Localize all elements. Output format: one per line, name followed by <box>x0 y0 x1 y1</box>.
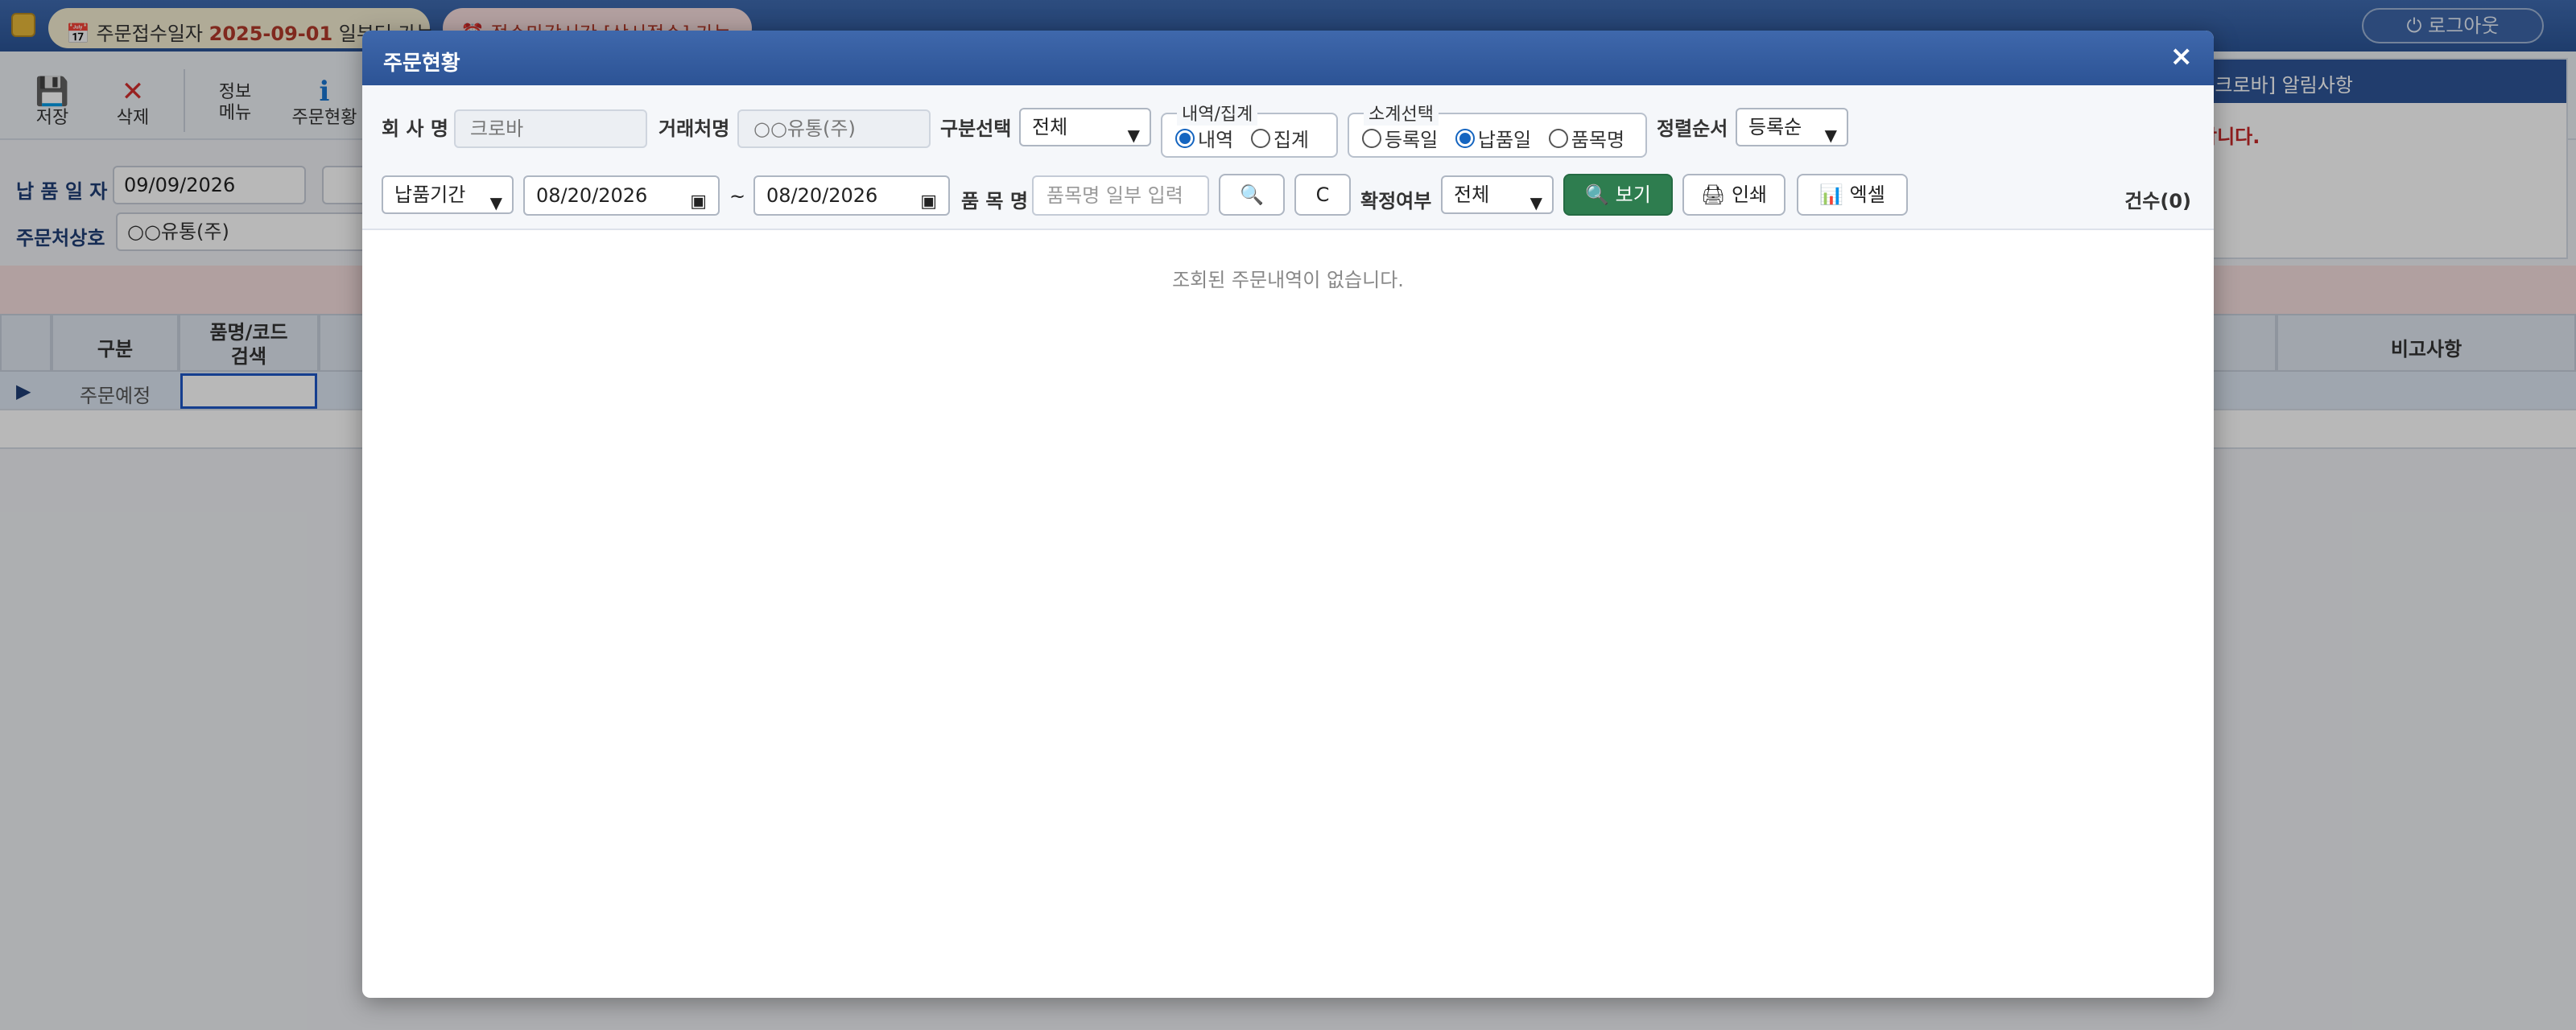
item-search-button[interactable]: 🔍 <box>1219 174 1285 216</box>
sort-select-value: 등록순 <box>1748 116 1802 138</box>
subtotal-delivery-date-radio[interactable] <box>1455 128 1475 148</box>
filter-panel: 회 사 명 크로바 거래처명 ○○유통(주) 구분선택 전체 ▼ 내역/집계 내역… <box>362 85 2214 230</box>
detail-radio[interactable] <box>1175 128 1195 148</box>
company-field: 크로바 <box>454 109 647 148</box>
subtotal-item-name-label: 품목명 <box>1571 129 1625 151</box>
subtotal-radio-group: 등록일 납품일 품목명 <box>1362 124 1636 152</box>
clear-button[interactable]: C <box>1294 174 1351 216</box>
date-range-separator: ~ <box>729 185 746 208</box>
modal-title: 주문현황 <box>383 52 460 76</box>
date-from-value: 08/20/2026 <box>536 184 648 207</box>
date-to-value: 08/20/2026 <box>766 184 878 207</box>
print-button[interactable]: 🖨 인쇄 <box>1682 174 1785 216</box>
sort-select[interactable]: 등록순 ▼ <box>1736 108 1848 146</box>
partner-label: 거래처명 <box>658 117 730 140</box>
chevron-down-icon: ▼ <box>1530 193 1542 212</box>
subtotal-item-name-radio[interactable] <box>1548 128 1568 148</box>
category-select-value: 전체 <box>1032 116 1068 138</box>
detail-summary-legend: 내역/집계 <box>1177 100 1258 126</box>
summary-radio[interactable] <box>1250 128 1270 148</box>
chevron-down-icon: ▼ <box>1127 126 1140 145</box>
view-button[interactable]: 🔍 보기 <box>1563 174 1673 216</box>
summary-radio-label: 집계 <box>1273 129 1309 151</box>
subtotal-reg-date-radio[interactable] <box>1362 128 1381 148</box>
detail-radio-label: 내역 <box>1198 129 1234 151</box>
sort-label: 정렬순서 <box>1657 117 1728 140</box>
item-label: 품 목 명 <box>961 190 1028 212</box>
close-icon[interactable]: × <box>2170 40 2194 72</box>
chevron-down-icon: ▼ <box>489 193 502 212</box>
order-status-modal: 주문현황 × 회 사 명 크로바 거래처명 ○○유통(주) 구분선택 전체 ▼ 내… <box>362 31 2214 998</box>
period-type-value: 납품기간 <box>394 183 466 206</box>
search-icon: 🔍 <box>1240 183 1264 206</box>
record-count: 건수(0) <box>2124 190 2191 212</box>
category-select[interactable]: 전체 ▼ <box>1019 108 1151 146</box>
item-search-input[interactable]: 품목명 일부 입력 <box>1032 175 1209 216</box>
empty-result-message: 조회된 주문내역이 없습니다. <box>1172 269 1404 291</box>
excel-button[interactable]: 📊 엑셀 <box>1797 174 1908 216</box>
confirm-select-value: 전체 <box>1454 183 1490 206</box>
company-label: 회 사 명 <box>382 117 448 140</box>
partner-field: ○○유통(주) <box>737 109 931 148</box>
subtotal-delivery-date-label: 납품일 <box>1477 129 1532 151</box>
calendar-icon: ▣ <box>690 192 707 212</box>
chevron-down-icon: ▼ <box>1824 126 1837 145</box>
category-label: 구분선택 <box>940 117 1012 140</box>
date-from-input[interactable]: 08/20/2026 ▣ <box>523 175 720 216</box>
subtotal-reg-date-label: 등록일 <box>1385 129 1439 151</box>
calendar-icon: ▣ <box>920 192 937 212</box>
confirm-select[interactable]: 전체 ▼ <box>1441 175 1554 214</box>
modal-header: 주문현황 × <box>362 31 2214 85</box>
detail-radio-group: 내역 집계 <box>1175 124 1320 152</box>
subtotal-group: 소계선택 등록일 납품일 품목명 <box>1348 100 1647 158</box>
subtotal-legend: 소계선택 <box>1364 100 1439 126</box>
date-to-input[interactable]: 08/20/2026 ▣ <box>753 175 950 216</box>
period-type-select[interactable]: 납품기간 ▼ <box>382 175 514 214</box>
confirm-label: 확정여부 <box>1360 190 1432 212</box>
detail-summary-group: 내역/집계 내역 집계 <box>1161 100 1338 158</box>
